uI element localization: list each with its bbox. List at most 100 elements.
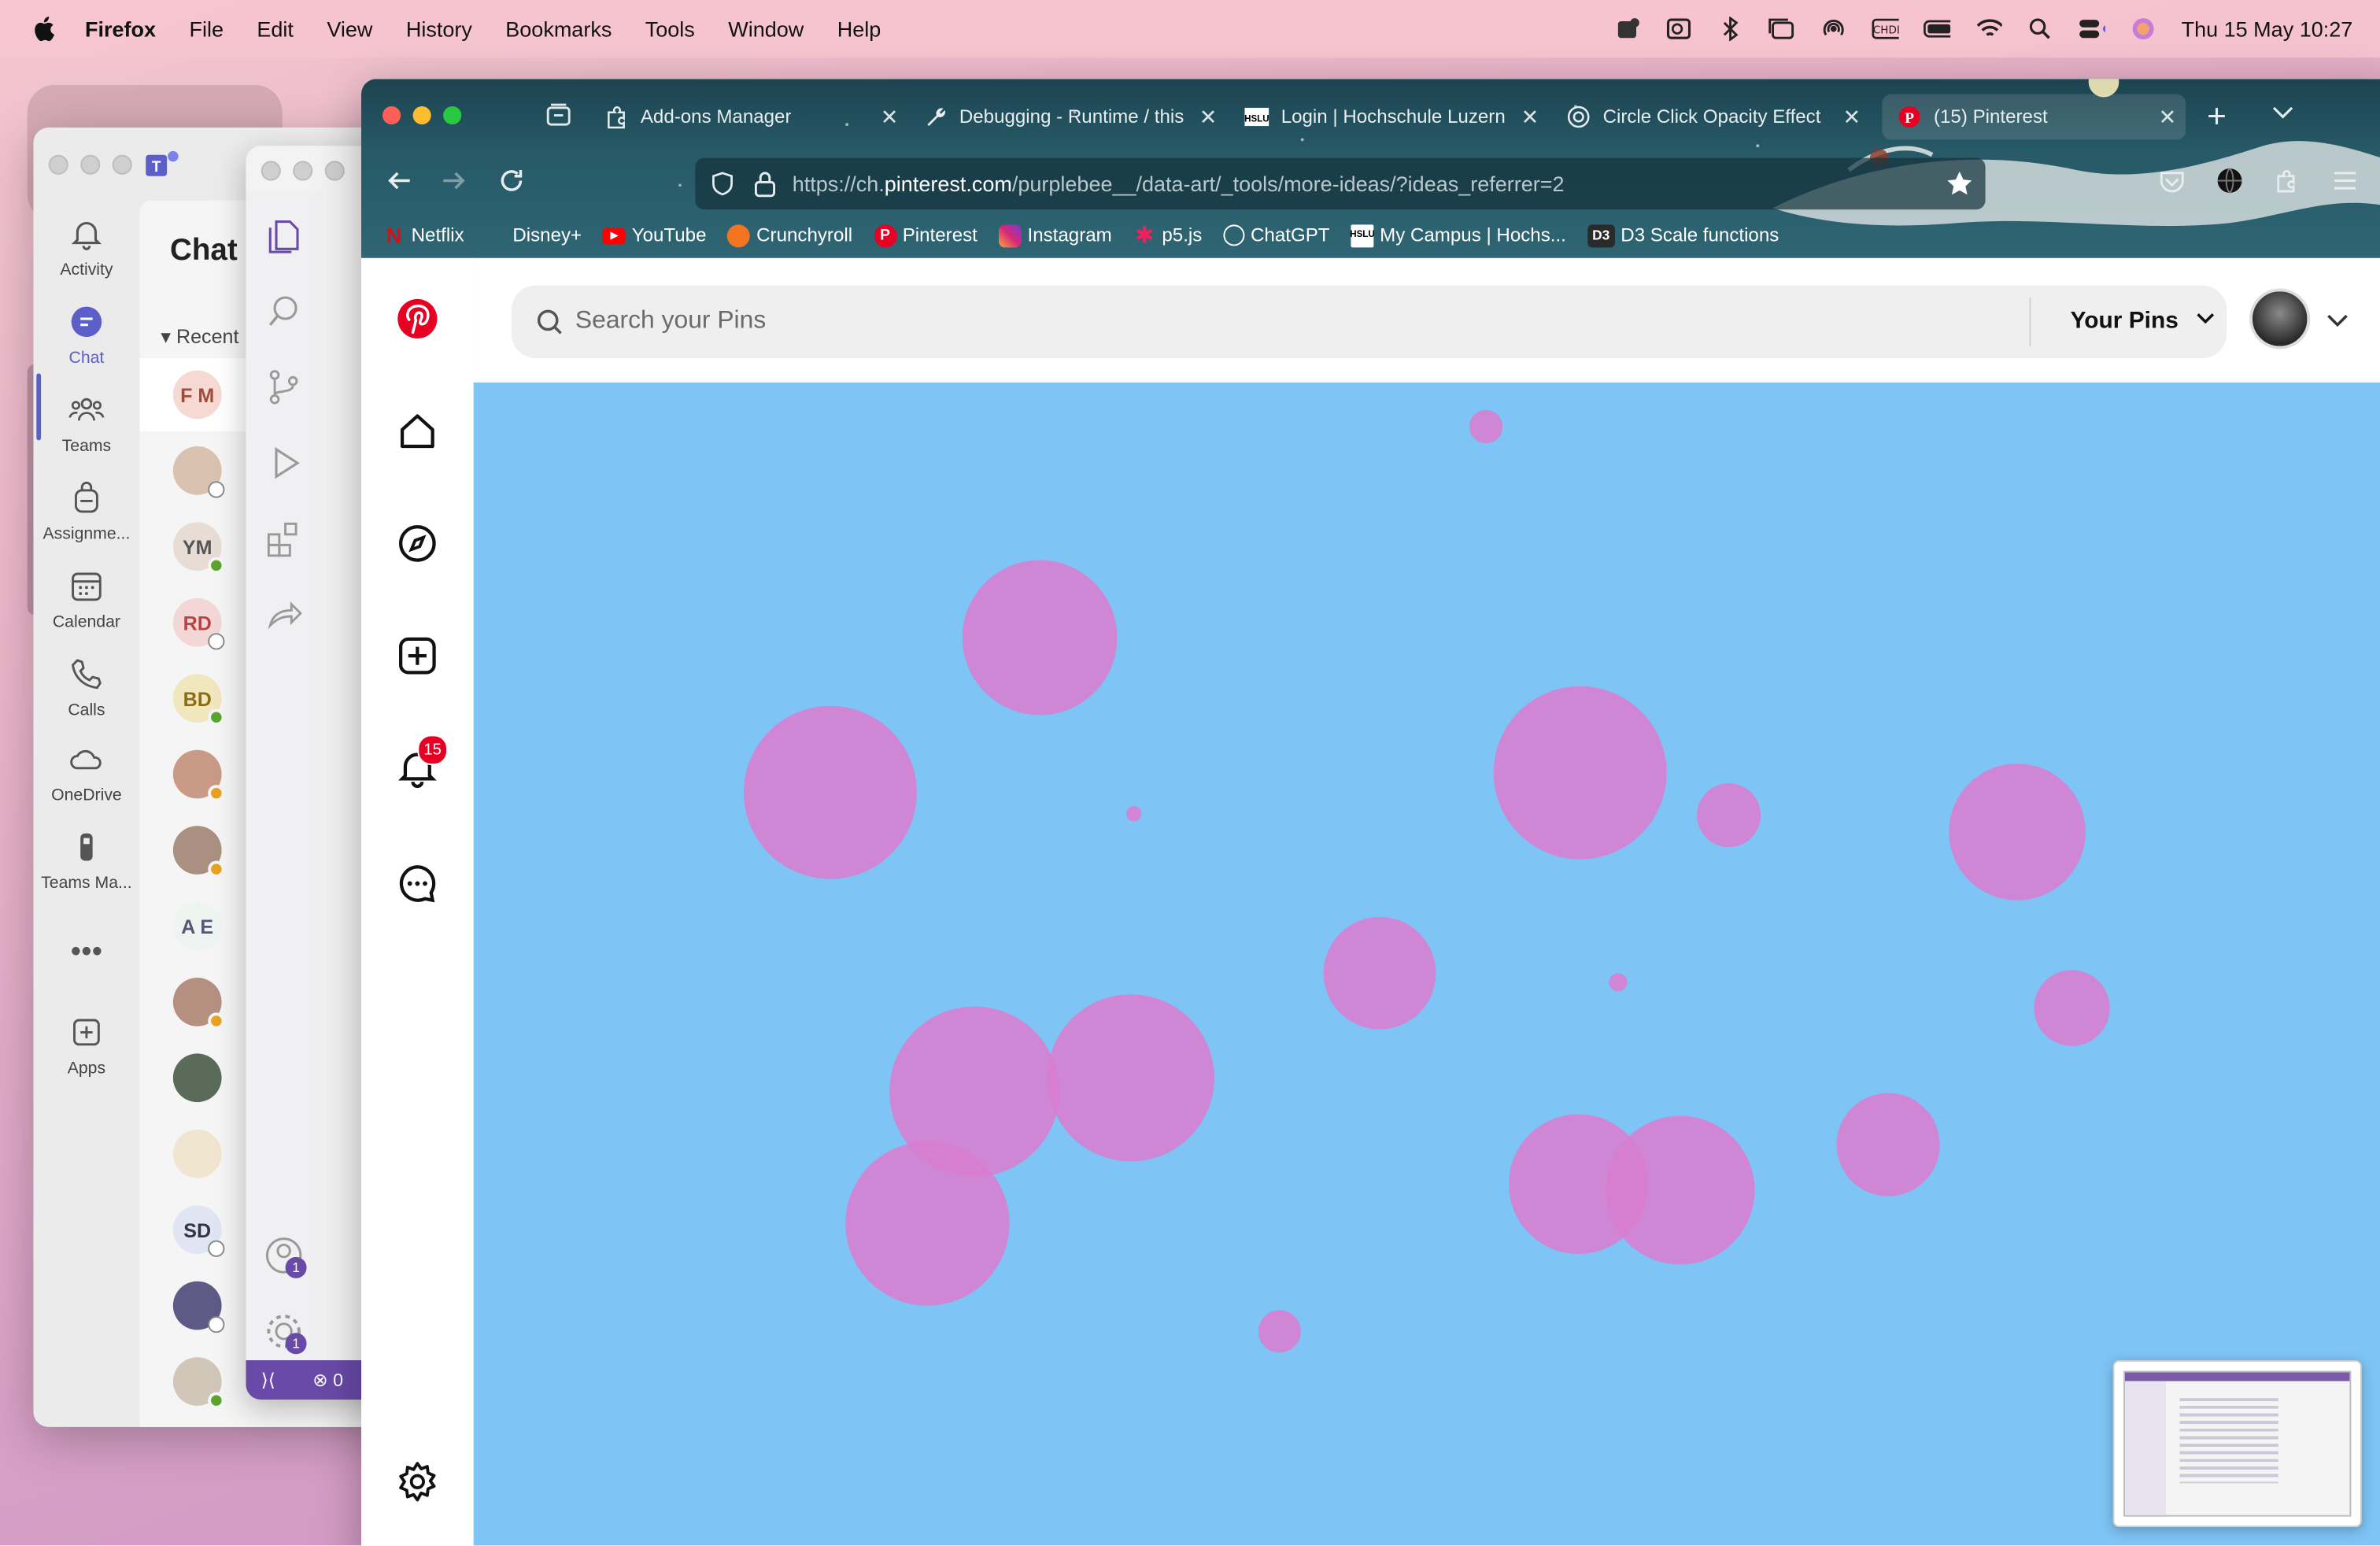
circle[interactable] [2034,970,2110,1046]
circle[interactable] [1606,1115,1755,1265]
menu-file[interactable]: File [189,17,224,41]
control-center-icon[interactable] [2078,17,2106,41]
rail-chat[interactable]: Chat [33,304,139,368]
menu-edit[interactable]: Edit [257,17,294,41]
circle[interactable] [1258,1310,1301,1353]
tab-close-icon[interactable]: ✕ [878,105,902,131]
keyboard-layout-icon[interactable]: CHDE [1872,17,1899,41]
rail-teams[interactable]: Teams [33,392,139,456]
home-icon[interactable] [396,410,438,453]
settings-gear-icon[interactable] [396,1460,438,1503]
extensions-icon[interactable] [264,520,304,559]
bookmark-my-campus[interactable]: HSLU My Campus | Hochs... [1350,224,1566,247]
tab-debugging-runtime[interactable]: Debugging - Runtime / this ✕ [923,94,1227,140]
accounts-button[interactable]: 1 [264,1236,307,1278]
extensions-puzzle-icon[interactable] [2274,167,2301,202]
run-debug-icon[interactable] [264,443,304,483]
circle[interactable] [743,705,917,879]
circle[interactable] [1697,783,1761,848]
bookmark-pinterest[interactable]: P Pinterest [874,224,978,247]
rail-calls[interactable]: Calls [33,656,139,719]
circle[interactable] [1469,409,1503,444]
bookmark-disney[interactable]: Disney+ [512,224,582,246]
firefox-view-icon[interactable] [543,100,574,138]
window-icon[interactable] [1768,17,1796,41]
tab-close-icon[interactable]: ✕ [2156,105,2180,131]
tab-close-icon[interactable]: ✕ [1839,105,1864,131]
create-plus-icon[interactable] [396,634,438,677]
manage-button[interactable]: 1 [264,1311,307,1355]
teams-window-controls[interactable] [48,154,132,175]
pocket-icon[interactable] [2158,167,2186,202]
screenshot-thumbnail[interactable] [2112,1359,2362,1528]
notifications-button[interactable]: 15 [396,734,448,790]
menubar-clock[interactable]: Thu 15 May 10:27 [2182,17,2353,41]
search-icon[interactable] [264,291,304,331]
files-icon[interactable] [264,216,304,255]
circle[interactable] [1949,764,2086,901]
menu-bookmarks[interactable]: Bookmarks [505,17,612,41]
zoom-window-button[interactable] [443,105,462,125]
menubar-app-name[interactable]: Firefox [85,17,156,41]
explore-compass-icon[interactable] [396,522,438,564]
rail-calendar[interactable]: Calendar [33,568,139,631]
lock-icon[interactable] [753,170,778,205]
tab-pinterest[interactable]: P (15) Pinterest ✕ [1882,94,2186,140]
airdrop-icon[interactable] [1820,17,1848,41]
bookmark-chatgpt[interactable]: ChatGPT [1223,224,1330,246]
source-control-icon[interactable] [264,368,304,407]
more-apps-ellipsis-icon[interactable]: ••• [33,935,139,970]
url-bar[interactable]: https://ch.pinterest.com/purplebee__/dat… [695,157,1986,210]
circle[interactable] [962,560,1118,716]
tab-hslu-login[interactable]: HSLU Login | Hochschule Luzern ✕ [1244,94,1548,140]
tracking-shield-icon[interactable] [711,172,735,203]
rail-assignments[interactable]: Assignme... [33,479,139,543]
circle[interactable] [1836,1093,1940,1196]
teams-status-icon[interactable] [1613,17,1641,41]
vscode-window-controls[interactable] [261,161,345,181]
menu-view[interactable]: View [327,17,372,41]
rail-apps[interactable]: Apps [33,1014,139,1078]
tab-close-icon[interactable]: ✕ [1196,105,1221,131]
bookmark-star-icon[interactable] [1946,170,1973,205]
rail-onedrive[interactable]: OneDrive [33,741,139,804]
forward-arrow-icon[interactable] [440,167,468,202]
bookmark-netflix[interactable]: N Netflix [382,223,464,247]
spotlight-search-icon[interactable] [2027,17,2054,41]
tab-addons-manager[interactable]: Add-ons Manager ✕ [604,94,908,140]
menu-tools[interactable]: Tools [645,17,695,41]
outlook-icon[interactable] [1665,17,1693,41]
errors-status[interactable]: ⊗ 0 [312,1370,343,1391]
firefox-window-controls[interactable] [382,105,462,125]
bookmark-instagram[interactable]: Instagram [998,224,1112,247]
pinterest-logo-icon[interactable] [396,298,438,340]
remote-icon[interactable]: ⟩⟨ [261,1370,275,1391]
circle[interactable] [1125,806,1142,822]
wifi-icon[interactable] [1975,17,2003,41]
close-window-button[interactable] [382,105,401,125]
battery-icon[interactable] [1924,17,1951,41]
live-share-icon[interactable] [264,595,304,634]
account-chevron-down-icon[interactable] [2326,309,2350,337]
rail-activity[interactable]: Activity [33,216,139,279]
rail-teams-maestro[interactable]: Teams Ma... [33,829,139,893]
list-tabs-chevron-icon[interactable] [2271,100,2295,131]
circle[interactable] [1609,973,1628,992]
menu-history[interactable]: History [406,17,472,41]
messages-icon[interactable] [396,862,438,904]
circle[interactable] [845,1141,1010,1306]
back-arrow-icon[interactable] [386,167,413,202]
bookmark-crunchyroll[interactable]: Crunchyroll [727,224,852,247]
recent-section-toggle[interactable]: ▾ Recent [161,325,238,350]
pins-search-bar[interactable]: Search your Pins Your Pins [511,285,2227,359]
menu-help[interactable]: Help [837,17,881,41]
bookmark-d3-scale[interactable]: D3 D3 Scale functions [1587,224,1779,247]
apple-icon[interactable] [31,15,55,43]
your-pins-filter-dropdown[interactable]: Your Pins [2071,308,2216,335]
new-tab-plus-icon[interactable]: + [2207,97,2227,136]
sketch-canvas[interactable] [473,382,2380,1546]
extension-globe-icon[interactable] [2216,167,2244,202]
circle[interactable] [1047,994,1214,1162]
reload-icon[interactable] [498,167,526,202]
siri-icon[interactable] [2130,17,2157,41]
